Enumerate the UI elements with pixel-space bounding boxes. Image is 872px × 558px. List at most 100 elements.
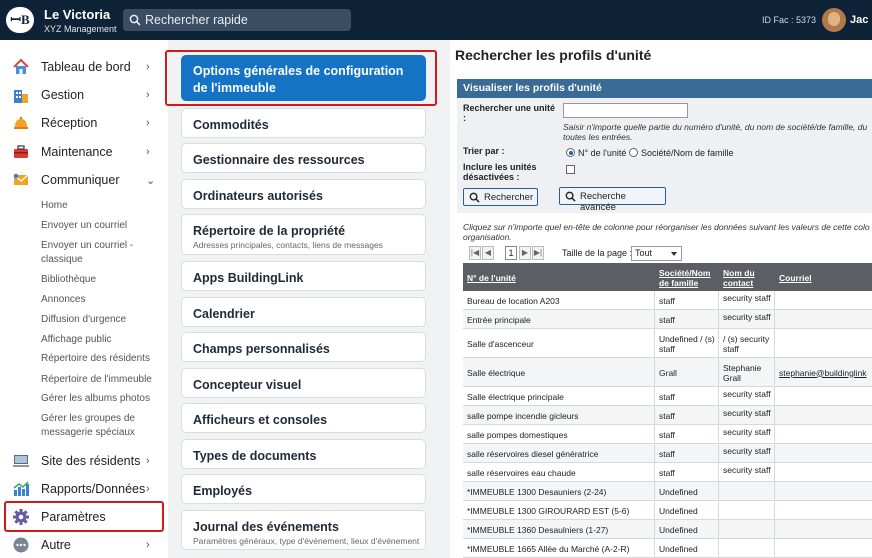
column-divider [718, 444, 719, 463]
card-title: Apps BuildingLink [193, 271, 304, 285]
sidebar-item-maintenance[interactable]: Maintenance › [0, 139, 168, 165]
card-amenities[interactable]: Commodités [181, 108, 426, 138]
table-cell: *IMMEUBLE 1300 GIROURARD EST (5-6) [467, 505, 630, 516]
search-button-label: Rechercher [484, 192, 534, 203]
column-divider [774, 406, 775, 425]
card-custom-fields[interactable]: Champs personnalisés [181, 332, 426, 362]
card-authorized-computers[interactable]: Ordinateurs autorisés [181, 179, 426, 209]
table-header: N° de l'unité Société/Nom de famille Nom… [463, 263, 872, 291]
card-title: Employés [193, 484, 253, 498]
first-page-button[interactable]: |◀ [469, 246, 481, 260]
include-inactive-label: Inclure les unités désactivées : [463, 162, 537, 182]
card-displays-consoles[interactable]: Afficheurs et consoles [181, 403, 426, 433]
column-divider [654, 463, 655, 482]
card-subtitle: Adresses principales, contacts, liens de… [193, 240, 383, 250]
sub-item-emergency-broadcast[interactable]: Diffusion d'urgence [41, 313, 161, 327]
page-number-input[interactable]: 1 [505, 246, 517, 260]
sub-item-send-email[interactable]: Envoyer un courriel [41, 219, 161, 233]
column-divider [718, 310, 719, 329]
sort-name-radio[interactable] [629, 148, 638, 157]
sub-item-photo-albums[interactable]: Gérer les albums photos [41, 392, 161, 406]
last-page-button[interactable]: ▶| [532, 246, 544, 260]
general-options-highlight [165, 50, 437, 106]
sidebar-item-label: Gestion [41, 88, 85, 102]
table-cell: Salle d'ascenceur [467, 338, 534, 349]
col-unit-number[interactable]: N° de l'unité [467, 273, 516, 283]
advanced-search-button[interactable]: Recherche avancée [559, 187, 666, 213]
card-employees[interactable]: Employés [181, 474, 426, 504]
include-inactive-checkbox[interactable] [566, 165, 575, 174]
sidebar-item-gestion[interactable]: Gestion › [0, 82, 168, 108]
col-email[interactable]: Courriel [779, 273, 812, 283]
card-event-log[interactable]: Journal des événements Paramètres générau… [181, 510, 426, 550]
search-unit-label: Rechercher une unité : [463, 103, 556, 123]
unit-search-input[interactable] [563, 103, 688, 118]
column-divider [718, 539, 719, 558]
sub-item-resident-directory[interactable]: Répertoire des résidents [41, 352, 161, 366]
table-cell: *IMMEUBLE 1300 Desauniers (2-24) [467, 486, 607, 497]
settings-highlight [4, 501, 164, 532]
search-icon [469, 192, 480, 203]
col-contact-name[interactable]: Nom du contact [723, 268, 773, 288]
table-cell[interactable]: stephanie@buildinglink [779, 368, 869, 378]
next-page-button[interactable]: ▶ [519, 246, 531, 260]
column-divider [774, 501, 775, 520]
table-cell: *IMMEUBLE 1665 Allée du Marché (A-2-R) [467, 543, 630, 554]
search-button[interactable]: Rechercher [463, 188, 538, 206]
building-name[interactable]: Le Victoria [44, 7, 110, 22]
card-subtitle: Paramètres généraux, type d'événement, l… [193, 536, 420, 546]
user-name[interactable]: Jac [850, 14, 868, 26]
card-apps[interactable]: Apps BuildingLink [181, 261, 426, 291]
chevron-right-icon: › [146, 483, 150, 495]
column-divider [774, 520, 775, 539]
card-title: Gestionnaire des ressources [193, 153, 365, 167]
table-row: salle pompes domestiques staff security st… [463, 425, 872, 444]
sub-item-announcements[interactable]: Annonces [41, 293, 161, 307]
sub-item-library[interactable]: Bibliothèque [41, 273, 161, 287]
prev-page-button[interactable]: ◀ [482, 246, 494, 260]
sidebar-item-reports[interactable]: Rapports/Données › [0, 476, 168, 502]
card-document-types[interactable]: Types de documents [181, 439, 426, 469]
sidebar-item-communiquer[interactable]: Communiquer ⌄ [0, 167, 168, 193]
col-company-name[interactable]: Société/Nom de famille [659, 268, 717, 288]
table-cell: salle réservoires diesel génératrice [467, 448, 599, 459]
table-cell: Undefined [659, 486, 698, 497]
sidebar-item-other[interactable]: Autre › [0, 532, 168, 558]
column-divider [774, 291, 775, 310]
column-divider [718, 482, 719, 501]
sub-item-send-email-classic[interactable]: Envoyer un courriel - classique [41, 239, 161, 267]
avatar[interactable] [822, 8, 846, 32]
building-subtitle: XYZ Management [44, 24, 117, 34]
sub-item-home[interactable]: Home [41, 199, 161, 213]
card-visual-designer[interactable]: Concepteur visuel [181, 368, 426, 398]
column-divider [654, 501, 655, 520]
sidebar-item-reception[interactable]: Réception › [0, 110, 168, 136]
column-divider [774, 482, 775, 501]
sub-item-messaging-groups[interactable]: Gérer les groupes de messagerie spéciaux [41, 412, 161, 440]
table-row: salle réservoires eau chaude staff securit… [463, 463, 872, 482]
sub-item-public-display[interactable]: Affichage public [41, 333, 161, 347]
column-divider [654, 291, 655, 310]
card-calendar[interactable]: Calendrier [181, 297, 426, 327]
card-property-directory[interactable]: Répertoire de la propriété Adresses princ… [181, 214, 426, 255]
chevron-right-icon: › [146, 539, 150, 551]
column-divider [654, 406, 655, 425]
page-size-select[interactable]: Tout [631, 246, 682, 261]
sidebar-item-dashboard[interactable]: Tableau de bord › [0, 54, 168, 80]
table-cell: *IMMEUBLE 1360 Desaulniers (1-27) [467, 524, 609, 535]
building-icon [14, 90, 28, 103]
sidebar-item-resident-site[interactable]: Site des résidents › [0, 448, 168, 474]
card-resource-manager[interactable]: Gestionnaire des ressources [181, 143, 426, 173]
app-logo[interactable]: ꟷB [6, 7, 34, 33]
sub-item-building-directory[interactable]: Répertoire de l'immeuble [41, 373, 161, 387]
sort-unit-radio[interactable] [566, 148, 575, 157]
sidebar-item-label: Rapports/Données [41, 482, 146, 496]
card-title: Concepteur visuel [193, 378, 302, 392]
page-size-label: Taille de la page : [562, 248, 633, 258]
top-bar: ꟷB Le Victoria XYZ Management Rechercher… [0, 0, 872, 40]
column-divider [718, 501, 719, 520]
sort-label: Trier par : [463, 146, 505, 156]
chevron-right-icon: › [146, 61, 150, 73]
quick-search-input[interactable]: Rechercher rapide [123, 9, 351, 31]
column-divider [718, 520, 719, 539]
